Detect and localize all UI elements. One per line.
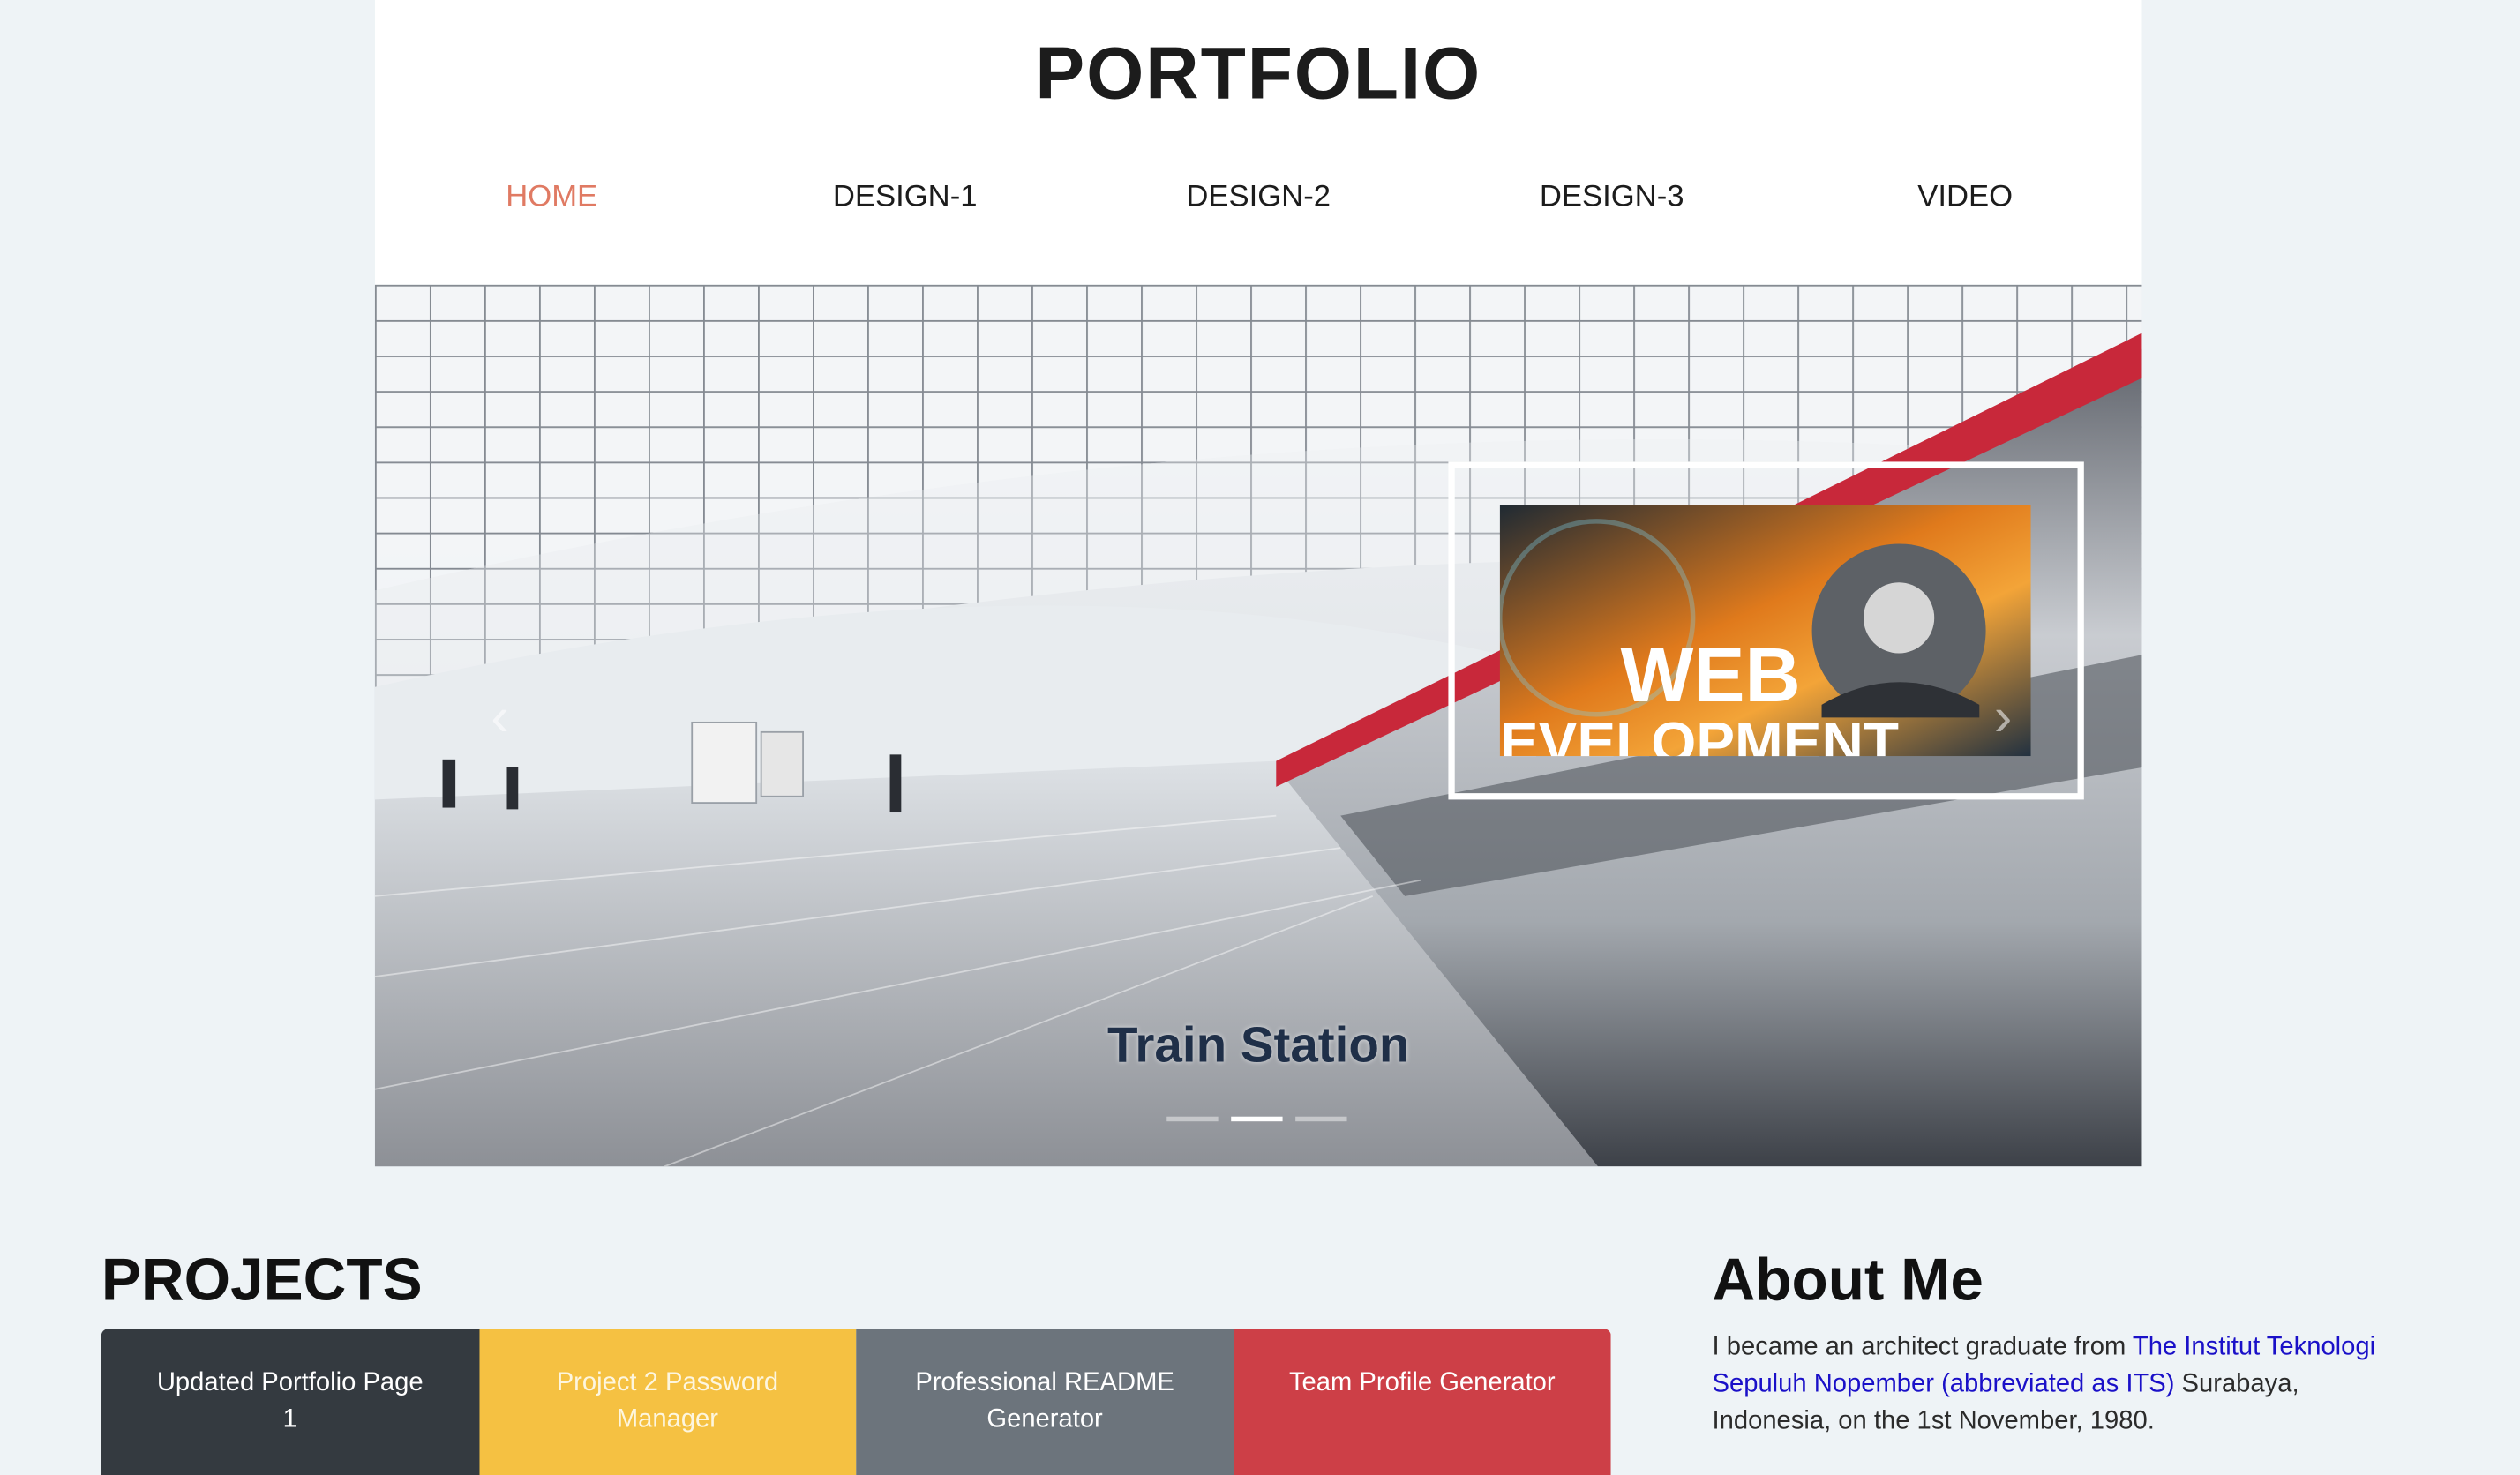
carousel-prev-icon[interactable]: ‹ (491, 687, 509, 750)
carousel-indicators (1166, 1116, 1347, 1122)
project-button-portfolio[interactable]: Updated Portfolio Page 1 (101, 1329, 479, 1475)
nav-item-design-2[interactable]: DESIGN-2 (1082, 180, 1435, 225)
projects-button-group: Updated Portfolio Page 1 Project 2 Passw… (101, 1329, 1611, 1475)
nav-item-home[interactable]: HOME (375, 180, 728, 225)
about-heading: About Me (1712, 1247, 1984, 1314)
carousel-indicator[interactable] (1166, 1116, 1219, 1122)
slide-caption: Train Station (1107, 1016, 1410, 1074)
hero-carousel: WEB EVELOPMENT ‹ › Train Station (374, 284, 2142, 1167)
svg-text:WEB: WEB (1621, 632, 1801, 718)
nav-item-design-3[interactable]: DESIGN-3 (1435, 180, 1788, 225)
project-button-password-manager[interactable]: Project 2 Password Manager (478, 1329, 857, 1475)
carousel-indicator[interactable] (1295, 1116, 1347, 1122)
web-development-image: WEB EVELOPMENT (1499, 505, 2031, 757)
about-text-before: I became an architect graduate from (1712, 1333, 2133, 1361)
about-text: I became an architect graduate from The … (1713, 1329, 2420, 1440)
carousel-indicator[interactable] (1231, 1116, 1283, 1122)
nav-item-design-1[interactable]: DESIGN-1 (728, 180, 1081, 225)
project-button-readme-generator[interactable]: Professional README Generator (856, 1329, 1234, 1475)
nav-item-video[interactable]: VIDEO (1789, 180, 2141, 225)
site-title: PORTFOLIO (1035, 30, 1482, 115)
carousel-next-icon[interactable]: › (1994, 687, 2013, 750)
project-button-team-profile[interactable]: Team Profile Generator (1233, 1329, 1611, 1475)
main-nav: HOME DESIGN-1 DESIGN-2 DESIGN-3 VIDEO (375, 180, 2142, 225)
projects-heading: PROJECTS (101, 1247, 423, 1314)
site-header: PORTFOLIO HOME DESIGN-1 DESIGN-2 DESIGN-… (374, 0, 2142, 285)
